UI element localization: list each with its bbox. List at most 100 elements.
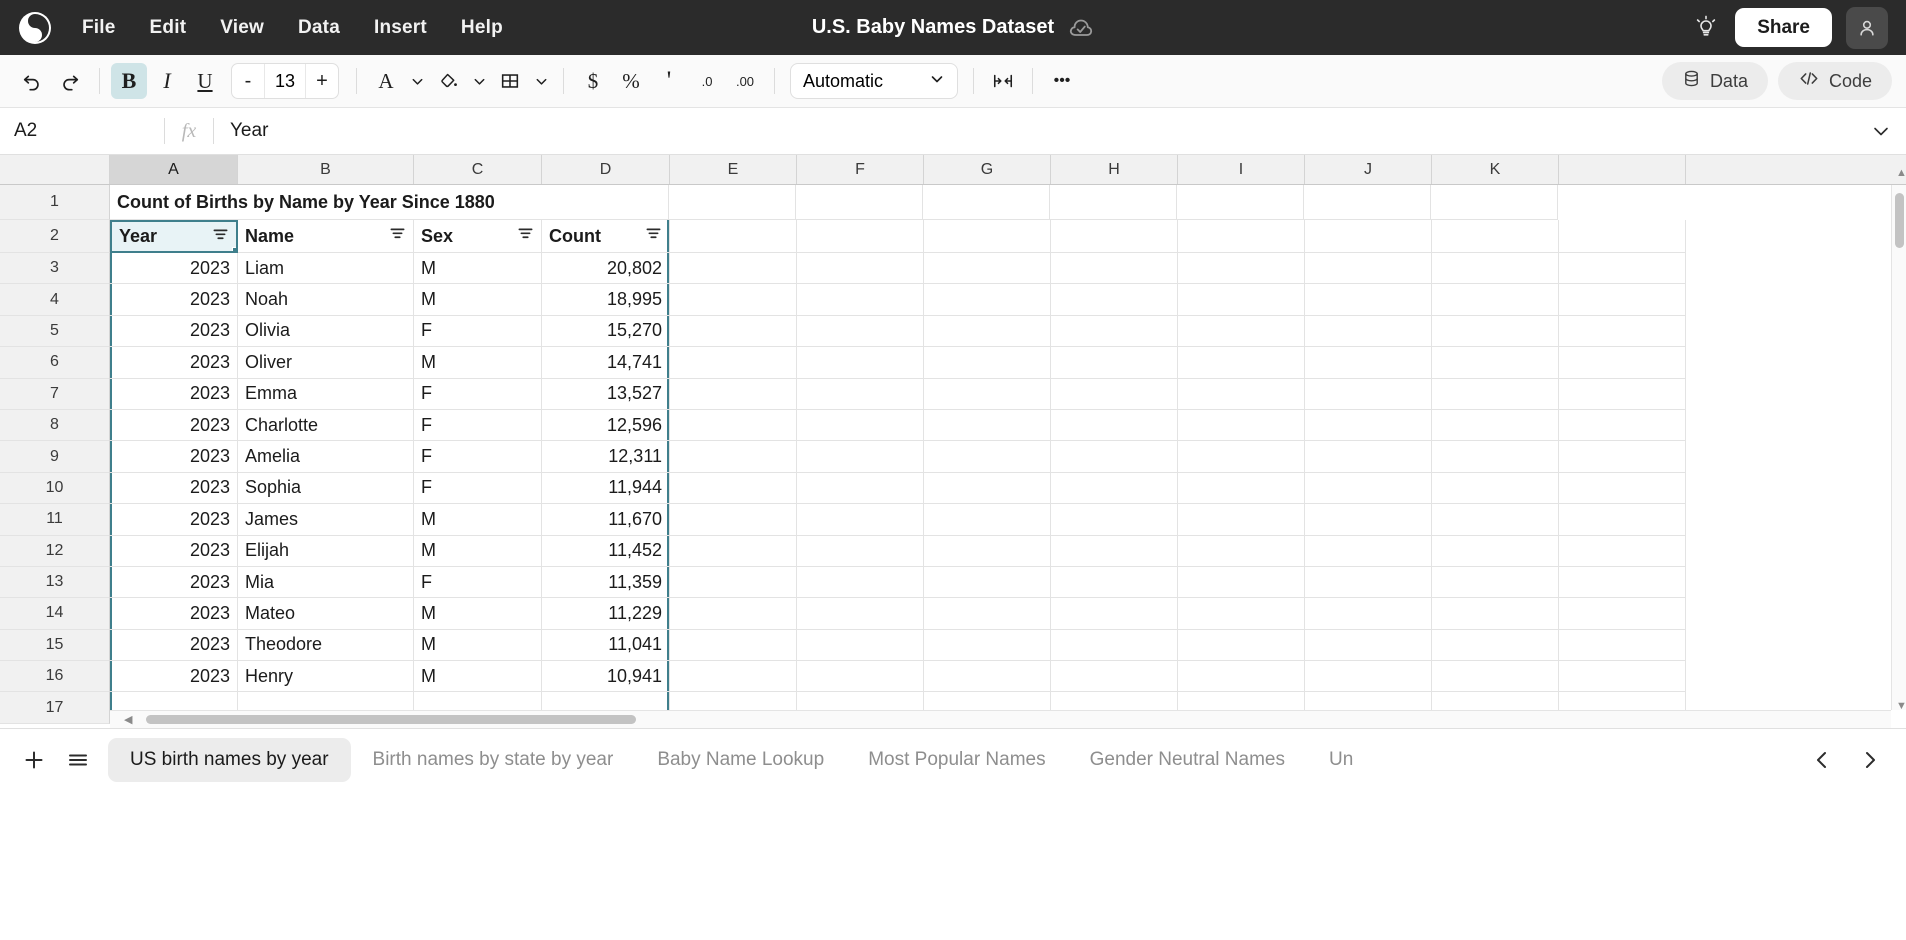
cell-count-11[interactable]: 11,670 bbox=[542, 504, 670, 536]
scroll-up-arrow-icon[interactable]: ▲ bbox=[1896, 167, 1906, 179]
cell-empty-15-3[interactable] bbox=[1051, 629, 1178, 662]
cell-empty-16-4[interactable] bbox=[1178, 661, 1305, 693]
cell-empty-12-6[interactable] bbox=[1432, 535, 1559, 567]
row-header-3[interactable]: 3 bbox=[0, 253, 110, 285]
cell-empty-3-2[interactable] bbox=[924, 253, 1051, 285]
cell-reference-input[interactable]: A2 bbox=[14, 120, 164, 142]
cell-empty-10-6[interactable] bbox=[1432, 472, 1559, 505]
cell-empty-14-1[interactable] bbox=[797, 598, 924, 630]
font-size-increase-button[interactable]: + bbox=[306, 64, 338, 98]
more-options-button[interactable]: ••• bbox=[1044, 63, 1080, 99]
cell-empty-4-6[interactable] bbox=[1432, 284, 1559, 316]
cell-empty-4-1[interactable] bbox=[797, 284, 924, 316]
cell-K2[interactable] bbox=[1432, 220, 1559, 253]
cell-H1[interactable] bbox=[923, 185, 1050, 220]
cell-empty-4-5[interactable] bbox=[1305, 284, 1432, 316]
cell-J1[interactable] bbox=[1177, 185, 1304, 220]
cell-sex-9[interactable]: F bbox=[414, 441, 542, 473]
cell-year-6[interactable]: 2023 bbox=[110, 347, 238, 379]
cell-year-8[interactable]: 2023 bbox=[110, 409, 238, 442]
cell-empty-5-4[interactable] bbox=[1178, 315, 1305, 348]
cell-sex-14[interactable]: M bbox=[414, 598, 542, 630]
cell-name-4[interactable]: Noah bbox=[238, 284, 414, 316]
cell-empty-14-0[interactable] bbox=[670, 598, 797, 630]
cell-empty-7-0[interactable] bbox=[670, 378, 797, 410]
cell-year-15[interactable]: 2023 bbox=[110, 629, 238, 662]
cell-empty-9-7[interactable] bbox=[1559, 441, 1686, 473]
cell-name-10[interactable]: Sophia bbox=[238, 472, 414, 505]
cell-empty-13-2[interactable] bbox=[924, 566, 1051, 599]
cell-I1[interactable] bbox=[1050, 185, 1177, 220]
comma-format-button[interactable]: ' bbox=[651, 63, 687, 99]
cell-empty-12-4[interactable] bbox=[1178, 535, 1305, 567]
cell-D2[interactable]: Count bbox=[542, 220, 670, 253]
cell-empty-8-0[interactable] bbox=[670, 409, 797, 442]
cell-empty-9-6[interactable] bbox=[1432, 441, 1559, 473]
cell-empty-7-7[interactable] bbox=[1559, 378, 1686, 410]
cell-count-4[interactable]: 18,995 bbox=[542, 284, 670, 316]
cell-empty-12-5[interactable] bbox=[1305, 535, 1432, 567]
row-header-10[interactable]: 10 bbox=[0, 472, 110, 505]
cell-year-10[interactable]: 2023 bbox=[110, 472, 238, 505]
row-header-1[interactable]: 1 bbox=[0, 185, 110, 220]
menu-data[interactable]: Data bbox=[296, 13, 342, 43]
cell-empty-8-2[interactable] bbox=[924, 409, 1051, 442]
row-header-8[interactable]: 8 bbox=[0, 409, 110, 442]
cell-empty-13-4[interactable] bbox=[1178, 566, 1305, 599]
cell-count-14[interactable]: 11,229 bbox=[542, 598, 670, 630]
cell-empty-3-7[interactable] bbox=[1559, 253, 1686, 285]
cell-empty-5-0[interactable] bbox=[670, 315, 797, 348]
cell-name-16[interactable]: Henry bbox=[238, 661, 414, 693]
menu-help[interactable]: Help bbox=[459, 13, 505, 43]
sheet-tab-3[interactable]: Most Popular Names bbox=[846, 738, 1067, 782]
cell-sex-16[interactable]: M bbox=[414, 661, 542, 693]
cell-name-15[interactable]: Theodore bbox=[238, 629, 414, 662]
cell-empty-8-3[interactable] bbox=[1051, 409, 1178, 442]
data-panel-button[interactable]: Data bbox=[1661, 62, 1768, 100]
vertical-scrollbar[interactable]: ▲ ▼ bbox=[1891, 167, 1906, 712]
column-header-overflow[interactable] bbox=[1559, 155, 1686, 184]
cell-empty-16-3[interactable] bbox=[1051, 661, 1178, 693]
fill-color-chevron-down-icon[interactable] bbox=[468, 63, 490, 99]
cell-name-13[interactable]: Mia bbox=[238, 566, 414, 599]
cell-count-8[interactable]: 12,596 bbox=[542, 409, 670, 442]
cell-empty-14-4[interactable] bbox=[1178, 598, 1305, 630]
cell-count-9[interactable]: 12,311 bbox=[542, 441, 670, 473]
cell-name-7[interactable]: Emma bbox=[238, 378, 414, 410]
cell-empty-8-1[interactable] bbox=[797, 409, 924, 442]
function-fx-icon[interactable]: fx bbox=[165, 120, 213, 143]
cell-empty-15-5[interactable] bbox=[1305, 629, 1432, 662]
cell-empty-5-1[interactable] bbox=[797, 315, 924, 348]
cell-empty-16-0[interactable] bbox=[670, 661, 797, 693]
cell-year-5[interactable]: 2023 bbox=[110, 315, 238, 348]
cell-count-16[interactable]: 10,941 bbox=[542, 661, 670, 693]
undo-icon[interactable] bbox=[14, 63, 50, 99]
cell-empty-11-7[interactable] bbox=[1559, 504, 1686, 536]
cell-year-9[interactable]: 2023 bbox=[110, 441, 238, 473]
cell-empty-10-2[interactable] bbox=[924, 472, 1051, 505]
fill-handle[interactable] bbox=[232, 247, 236, 251]
cell-empty-3-5[interactable] bbox=[1305, 253, 1432, 285]
cell-empty-3-6[interactable] bbox=[1432, 253, 1559, 285]
cell-sex-7[interactable]: F bbox=[414, 378, 542, 410]
cell-empty-7-5[interactable] bbox=[1305, 378, 1432, 410]
cell-empty-15-0[interactable] bbox=[670, 629, 797, 662]
cell-empty-8-7[interactable] bbox=[1559, 409, 1686, 442]
number-format-select[interactable]: Automatic bbox=[790, 63, 958, 99]
cell-count-3[interactable]: 20,802 bbox=[542, 253, 670, 285]
cell-sex-3[interactable]: M bbox=[414, 253, 542, 285]
sheet-tab-0[interactable]: US birth names by year bbox=[108, 737, 351, 782]
cell-empty-9-1[interactable] bbox=[797, 441, 924, 473]
row-header-9[interactable]: 9 bbox=[0, 441, 110, 473]
cell-empty-6-6[interactable] bbox=[1432, 347, 1559, 379]
cell-empty-11-6[interactable] bbox=[1432, 504, 1559, 536]
cell-name-6[interactable]: Oliver bbox=[238, 347, 414, 379]
cell-G1[interactable] bbox=[796, 185, 923, 220]
cell-count-10[interactable]: 11,944 bbox=[542, 472, 670, 505]
cell-year-11[interactable]: 2023 bbox=[110, 504, 238, 536]
cell-empty-8-6[interactable] bbox=[1432, 409, 1559, 442]
merge-cells-icon[interactable] bbox=[985, 63, 1021, 99]
cell-empty-9-0[interactable] bbox=[670, 441, 797, 473]
cell-count-13[interactable]: 11,359 bbox=[542, 566, 670, 599]
cell-empty-4-2[interactable] bbox=[924, 284, 1051, 316]
